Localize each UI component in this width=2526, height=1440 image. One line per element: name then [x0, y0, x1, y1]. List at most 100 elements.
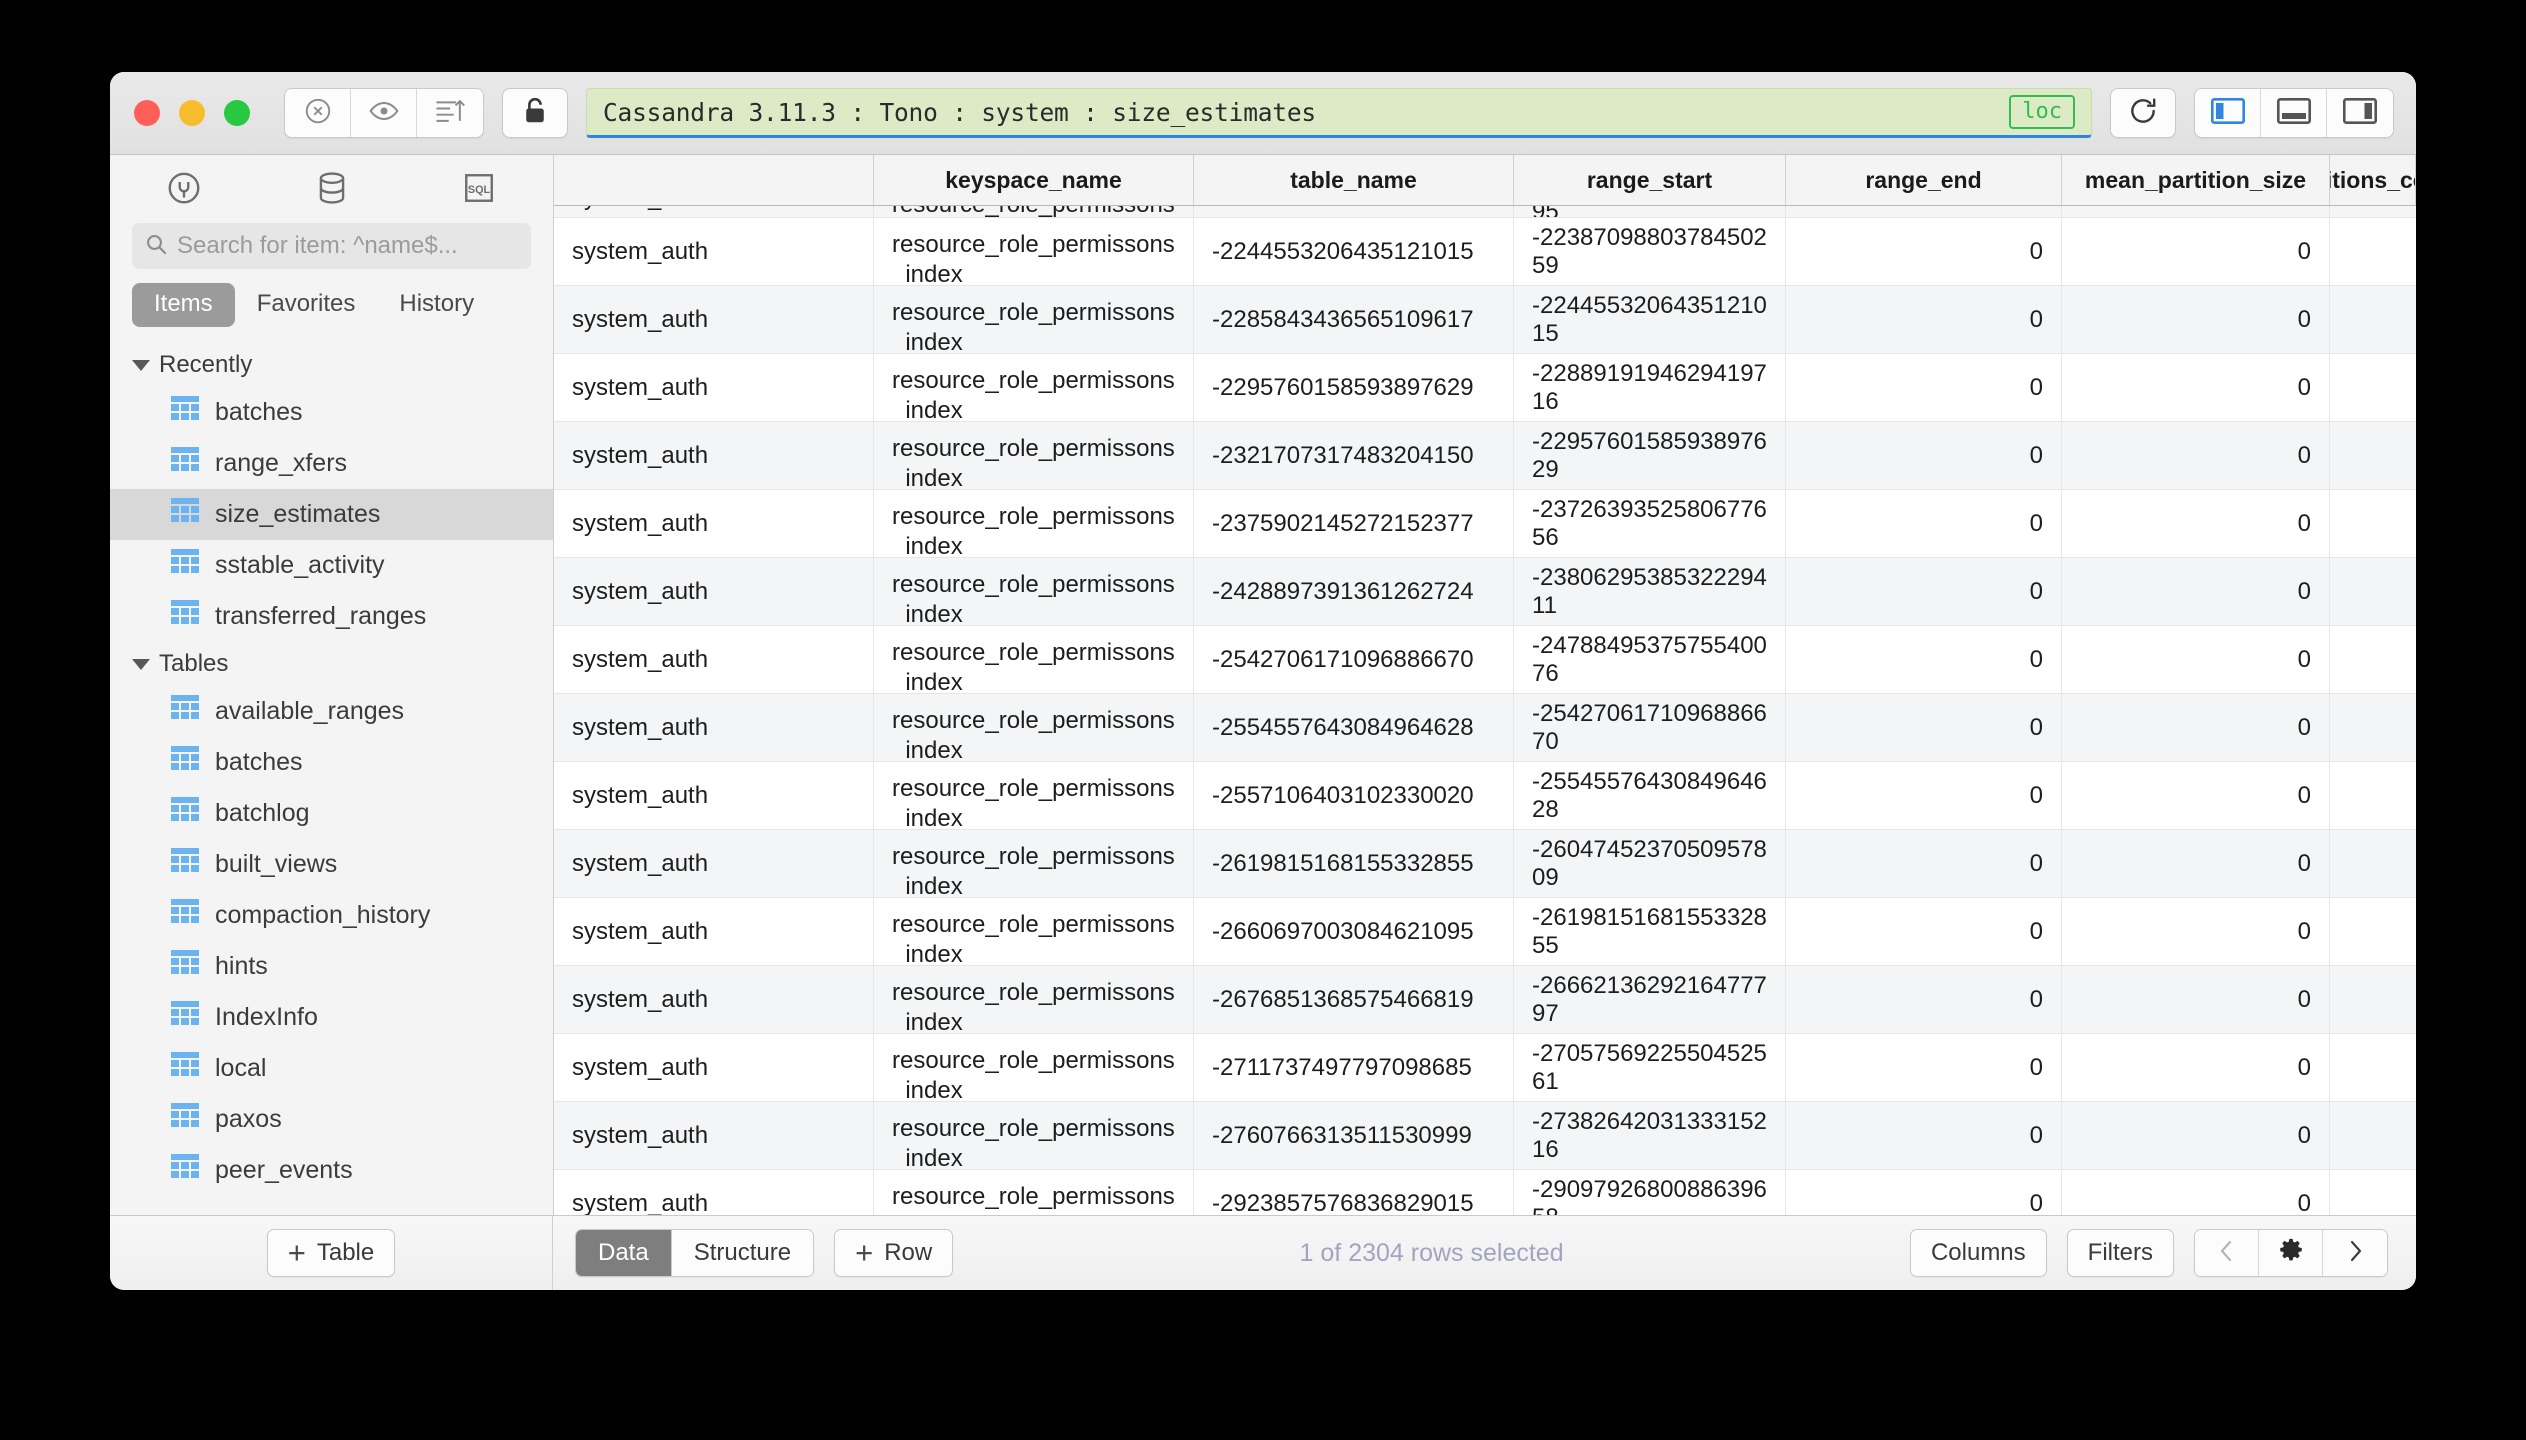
row-cell-range_start[interactable]: -2760766313511530999	[1194, 1102, 1514, 1169]
row-cell-range_start[interactable]: -2244553206435121015	[1194, 218, 1514, 285]
row-cell-range_end[interactable]: -2666213629216477797	[1514, 966, 1786, 1033]
row-cell-range_end[interactable]: -2220148502451320995	[1514, 206, 1786, 217]
lock-button[interactable]	[502, 88, 568, 138]
row-keyspace-cell[interactable]: system_auth	[554, 966, 874, 1033]
row-keyspace-cell[interactable]: system_auth	[554, 1034, 874, 1101]
sidebar-item-available_ranges[interactable]: available_ranges	[110, 686, 553, 737]
sidebar-tab-favorites[interactable]: Favorites	[235, 283, 378, 327]
table-row[interactable]: system_authresource_role_permissons_inde…	[554, 830, 2416, 898]
row-cell-partitions_count[interactable]: 0	[2062, 1102, 2330, 1169]
row-cell-range_start[interactable]: -2428897391361262724	[1194, 558, 1514, 625]
row-cell-partitions_count[interactable]: 0	[2062, 898, 2330, 965]
row-keyspace-cell[interactable]: system_auth	[554, 694, 874, 761]
close-connection-button[interactable]	[285, 89, 351, 137]
row-cell-mean_partition_size[interactable]: 0	[1786, 1102, 2062, 1169]
row-keyspace-cell[interactable]: system_auth	[554, 830, 874, 897]
row-cell-partitions_count[interactable]: 0	[2062, 694, 2330, 761]
sidebar-item-transferred_ranges[interactable]: transferred_ranges	[110, 591, 553, 642]
row-cell-table_name[interactable]: resource_role_permissons_index	[874, 490, 1194, 557]
sidebar-group-tables[interactable]: Tables	[110, 642, 553, 686]
sort-button[interactable]	[417, 89, 483, 137]
sidebar-item-peer_events[interactable]: peer_events	[110, 1145, 553, 1196]
row-cell-range_end[interactable]: -2738264203133315216	[1514, 1102, 1786, 1169]
grid-header-range_end[interactable]: range_end	[1786, 155, 2062, 205]
previous-page-button[interactable]	[2195, 1230, 2259, 1276]
row-cell-range_end[interactable]: -2288919194629419716	[1514, 354, 1786, 421]
row-keyspace-cell[interactable]: system_auth	[554, 1102, 874, 1169]
row-keyspace-cell[interactable]: system_auth	[554, 490, 874, 557]
tab-data[interactable]: Data	[576, 1230, 672, 1276]
search-box[interactable]	[132, 223, 531, 269]
row-cell-table_name[interactable]: resource_role_permissons_index	[874, 966, 1194, 1033]
row-cell-range_end[interactable]: -2478849537575540076	[1514, 626, 1786, 693]
grid-settings-button[interactable]	[2259, 1230, 2323, 1276]
sidebar-item-indexinfo[interactable]: IndexInfo	[110, 992, 553, 1043]
row-cell-partitions_count[interactable]: 0	[2062, 626, 2330, 693]
row-cell-range_start[interactable]: -2554557643084964628	[1194, 694, 1514, 761]
row-cell-mean_partition_size[interactable]: 0	[1786, 626, 2062, 693]
sidebar-item-batches[interactable]: batches	[110, 387, 553, 438]
grid-header-mean_partition_size[interactable]: mean_partition_size	[2062, 155, 2330, 205]
row-cell-partitions_count[interactable]: 0	[2062, 286, 2330, 353]
sidebar-item-sstable_activity[interactable]: sstable_activity	[110, 540, 553, 591]
sidebar-item-batchlog[interactable]: batchlog	[110, 788, 553, 839]
row-cell-table_name[interactable]: resource_role_permissons_index	[874, 830, 1194, 897]
row-cell-range_end[interactable]: -2909792680088639658	[1514, 1170, 1786, 1215]
sidebar-item-batches[interactable]: batches	[110, 737, 553, 788]
row-cell-range_start[interactable]: -2619815168155332855	[1194, 830, 1514, 897]
row-cell-range_start[interactable]: -2711737497797098685	[1194, 1034, 1514, 1101]
connection-plug-button[interactable]	[110, 169, 258, 212]
row-cell-range_end[interactable]: -2705756922550452561	[1514, 1034, 1786, 1101]
row-cell-range_start[interactable]: -2923857576836829015	[1194, 1170, 1514, 1215]
preview-button[interactable]	[351, 89, 417, 137]
sidebar-item-hints[interactable]: hints	[110, 941, 553, 992]
row-cell-mean_partition_size[interactable]: 0	[1786, 354, 2062, 421]
sidebar-item-built_views[interactable]: built_views	[110, 839, 553, 890]
add-table-button[interactable]: + Table	[266, 1229, 396, 1277]
row-keyspace-cell[interactable]: system_auth	[554, 558, 874, 625]
table-row[interactable]: system_authresource_role_permissons_inde…	[554, 206, 2416, 218]
row-cell-mean_partition_size[interactable]: 0	[1786, 206, 2062, 217]
tab-structure[interactable]: Structure	[671, 1230, 814, 1276]
row-cell-range_start[interactable]: -2295760158593897629	[1194, 354, 1514, 421]
table-row[interactable]: system_authresource_role_permissons_inde…	[554, 1034, 2416, 1102]
row-keyspace-cell[interactable]: system_auth	[554, 354, 874, 421]
database-button[interactable]	[258, 169, 406, 212]
row-cell-table_name[interactable]: resource_role_permissons_index	[874, 1170, 1194, 1215]
row-cell-range_start[interactable]: -2321707317483204150	[1194, 422, 1514, 489]
grid-header-keyspace_name[interactable]: keyspace_name	[874, 155, 1194, 205]
connection-path-bar[interactable]: Cassandra 3.11.3 : Tono : system : size_…	[586, 88, 2092, 138]
table-row[interactable]: system_authresource_role_permissons_inde…	[554, 422, 2416, 490]
row-keyspace-cell[interactable]: system_auth	[554, 1170, 874, 1215]
row-cell-range_start[interactable]: -2660697003084621095	[1194, 898, 1514, 965]
row-cell-range_end[interactable]: -2604745237050957809	[1514, 830, 1786, 897]
row-keyspace-cell[interactable]: system_auth	[554, 422, 874, 489]
row-cell-partitions_count[interactable]: 0	[2062, 558, 2330, 625]
row-cell-mean_partition_size[interactable]: 0	[1786, 830, 2062, 897]
row-cell-partitions_count[interactable]: 0	[2062, 1170, 2330, 1215]
row-cell-mean_partition_size[interactable]: 0	[1786, 694, 2062, 761]
row-cell-table_name[interactable]: resource_role_permissons_index	[874, 422, 1194, 489]
row-cell-mean_partition_size[interactable]: 0	[1786, 218, 2062, 285]
row-cell-mean_partition_size[interactable]: 0	[1786, 1034, 2062, 1101]
row-cell-range_end[interactable]: -2372639352580677656	[1514, 490, 1786, 557]
row-cell-table_name[interactable]: resource_role_permissons_index	[874, 286, 1194, 353]
row-keyspace-cell[interactable]: system_auth	[554, 898, 874, 965]
refresh-button[interactable]	[2110, 88, 2176, 138]
row-cell-range_end[interactable]: -2295760158593897629	[1514, 422, 1786, 489]
add-row-button[interactable]: + Row	[834, 1229, 954, 1277]
row-cell-range_start[interactable]: -2227110787039203027	[1194, 206, 1514, 217]
sidebar-item-range_xfers[interactable]: range_xfers	[110, 438, 553, 489]
row-cell-partitions_count[interactable]: 0	[2062, 490, 2330, 557]
row-cell-table_name[interactable]: resource_role_permissons_index	[874, 694, 1194, 761]
grid-header-range_start[interactable]: range_start	[1514, 155, 1786, 205]
row-cell-range_end[interactable]: -2554557643084964628	[1514, 762, 1786, 829]
sidebar-item-local[interactable]: local	[110, 1043, 553, 1094]
row-cell-table_name[interactable]: resource_role_permissons_index	[874, 1102, 1194, 1169]
layout-bottom-panel-button[interactable]	[2261, 89, 2327, 137]
sql-query-button[interactable]: SQL	[405, 170, 553, 211]
row-cell-partitions_count[interactable]: 0	[2062, 762, 2330, 829]
sidebar-item-compaction_history[interactable]: compaction_history	[110, 890, 553, 941]
table-row[interactable]: system_authresource_role_permissons_inde…	[554, 966, 2416, 1034]
table-row[interactable]: system_authresource_role_permissons_inde…	[554, 286, 2416, 354]
